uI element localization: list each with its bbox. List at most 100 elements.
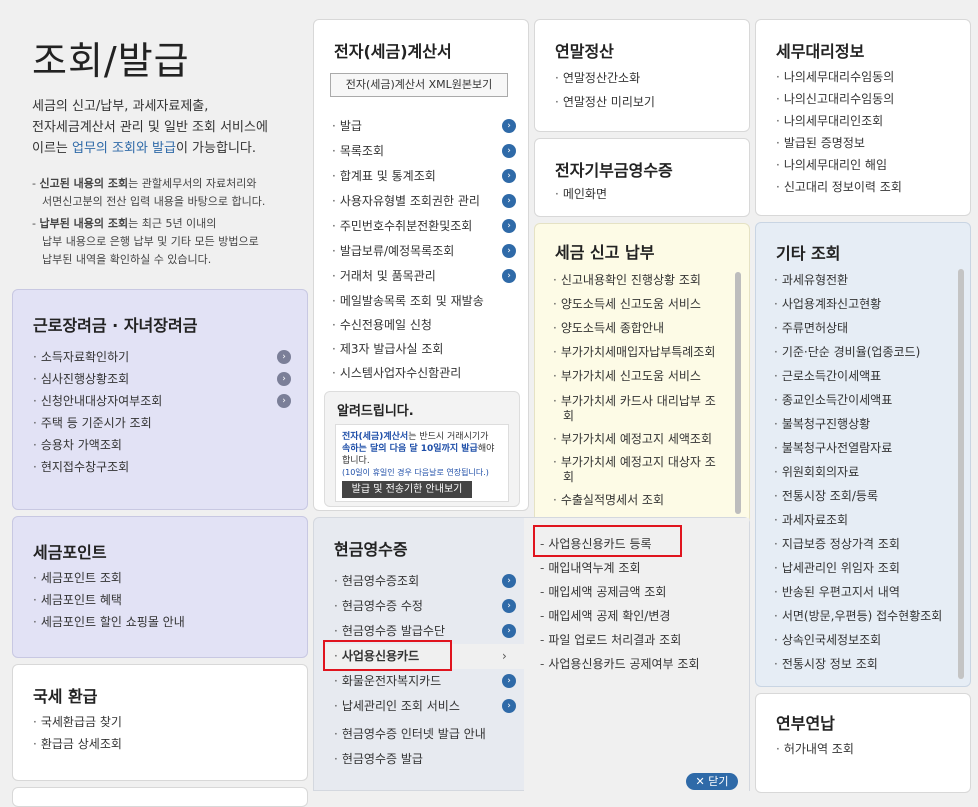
- other-item[interactable]: · 위원회회의자료: [774, 460, 942, 484]
- yearend-item[interactable]: · 연말정산 미리보기: [555, 90, 655, 114]
- submenu-item[interactable]: - 사업용신용카드 공제여부 조회: [540, 652, 700, 676]
- agent-list: · 나의세무대리수임동의 · 나의신고대리수임동의 · 나의세무대리인조회 · 발급된 …: [776, 66, 902, 198]
- other-item[interactable]: · 전통시장 정보 조회: [774, 652, 942, 676]
- filing-item[interactable]: · 수출실적명세서 조회: [553, 488, 716, 512]
- highlight-box-card-register: [533, 525, 682, 557]
- other-item[interactable]: · 기준·단순 경비율(업종코드): [774, 340, 942, 364]
- other-item[interactable]: · 지급보증 정상가격 조회: [774, 532, 942, 556]
- einvoice-item[interactable]: · 발급 ›: [332, 114, 516, 139]
- other-item[interactable]: · 과세자료조회: [774, 508, 942, 532]
- donation-card: 전자기부금영수증 · 메인화면: [534, 138, 750, 217]
- filing-item[interactable]: · 부가가치세매입자납부특례조회: [553, 340, 716, 364]
- filing-item[interactable]: · 부가가치세 카드사 대리납부 조: [553, 388, 716, 409]
- einvoice-item[interactable]: · 메일발송목록 조회 및 재발송: [332, 289, 484, 313]
- other-item[interactable]: · 전통시장 조회/등록: [774, 484, 942, 508]
- einvoice-item[interactable]: · 거래처 및 품목관리 ›: [332, 264, 516, 289]
- filing-item[interactable]: · 신고내용확인 진행상황 조회: [553, 268, 716, 292]
- tax-point-list: · 세금포인트 조회 · 세금포인트 혜택 · 세금포인트 할인 쇼핑몰 안내: [33, 567, 185, 633]
- cash-item[interactable]: · 현금영수증조회 ›: [334, 569, 534, 594]
- filing-scrollbar-thumb[interactable]: [735, 272, 741, 514]
- filing-item[interactable]: · 부가가치세 신고도움 서비스: [553, 364, 716, 388]
- einvoice-item[interactable]: · 시스템사업자수신함관리: [332, 361, 484, 385]
- agent-item[interactable]: · 발급된 증명정보: [776, 132, 902, 154]
- agent-item[interactable]: · 나의신고대리수임동의: [776, 88, 902, 110]
- chevron-right-icon: ›: [502, 194, 516, 208]
- einvoice-item[interactable]: · 수신전용메일 신청: [332, 313, 484, 337]
- submenu-item[interactable]: - 매입세액 공제금액 조회: [540, 580, 700, 604]
- other-item[interactable]: · 불복청구진행상황: [774, 412, 942, 436]
- agent-item[interactable]: · 신고대리 정보이력 조회: [776, 176, 902, 198]
- other-item[interactable]: · 반송된 우편고지서 내역: [774, 580, 942, 604]
- filing-item[interactable]: · 양도소득세 신고도움 서비스: [553, 292, 716, 316]
- chevron-right-icon: ›: [277, 350, 291, 364]
- other-item[interactable]: · 상속인국세정보조회: [774, 628, 942, 652]
- submenu-item[interactable]: - 매입내역누계 조회: [540, 556, 700, 580]
- labor-item[interactable]: · 심사진행상황조회 ›: [33, 368, 291, 390]
- tax-point-item[interactable]: · 세금포인트 할인 쇼핑몰 안내: [33, 611, 185, 633]
- filing-card: 세금 신고 납부 · 신고내용확인 진행상황 조회 · 양도소득세 신고도움 서비스…: [534, 223, 750, 523]
- close-button[interactable]: ✕ 닫기: [686, 773, 738, 790]
- highlight-box-business-card: [323, 640, 452, 671]
- agent-item[interactable]: · 나의세무대리인 해임: [776, 154, 902, 176]
- intro-highlight-link[interactable]: 업무의 조회와 발급: [72, 141, 176, 156]
- labor-incentive-list: · 소득자료확인하기 › · 심사진행상황조회 › · 신청안내대상자여부조회 › · 주택 …: [33, 346, 291, 478]
- donation-item[interactable]: · 메인화면: [555, 183, 607, 205]
- cash-item[interactable]: · 화물운전자복지카드 ›: [334, 669, 534, 694]
- other-item[interactable]: · 불복청구사전열람자료: [774, 436, 942, 460]
- filing-item[interactable]: · 양도소득세 종합안내: [553, 316, 716, 340]
- notice-content: 전자(세금)계산서는 반드시 거래시기가 속하는 달의 다음 달 10일까지 발…: [335, 424, 509, 502]
- labor-item[interactable]: · 주택 등 기준시가 조회: [33, 412, 162, 434]
- filing-item-wrap: 회: [563, 470, 575, 484]
- einvoice-list: · 발급 › · 목록조회 › · 합계표 및 통계조회 › · 사용자유형별 조회권한 관리…: [332, 114, 516, 385]
- intro-note-reported: - 신고된 내용의 조회는 관할세무서의 자료처리와 서면신고분의 전산 입력 …: [32, 177, 266, 208]
- labor-incentive-title: 근로장려금 · 자녀장려금: [33, 316, 198, 335]
- labor-item[interactable]: · 신청안내대상자여부조회 ›: [33, 390, 291, 412]
- xml-view-button[interactable]: 전자(세금)계산서 XML원본보기: [330, 73, 508, 97]
- cash-item[interactable]: · 현금영수증 발급: [334, 747, 534, 772]
- filing-item[interactable]: · 부가가치세 예정고지 세액조회: [553, 427, 716, 451]
- notice-title: 알려드립니다.: [337, 404, 414, 419]
- installment-item[interactable]: · 허가내역 조회: [776, 738, 854, 760]
- submenu-item[interactable]: - 파일 업로드 처리결과 조회: [540, 628, 700, 652]
- submenu-item[interactable]: - 매입세액 공제 확인/변경: [540, 604, 700, 628]
- yearend-item[interactable]: · 연말정산간소화: [555, 66, 655, 90]
- einvoice-item[interactable]: · 주민번호수취분전환및조회 ›: [332, 214, 516, 239]
- cash-receipt-title: 현금영수증: [334, 540, 408, 559]
- refund-item[interactable]: · 국세환급금 찾기: [33, 711, 122, 733]
- einvoice-item[interactable]: · 제3자 발급사실 조회: [332, 337, 484, 361]
- chevron-right-icon: ›: [502, 244, 516, 258]
- einvoice-item[interactable]: · 발급보류/예정목록조회 ›: [332, 239, 516, 264]
- other-item[interactable]: · 종교인소득간이세액표: [774, 388, 942, 412]
- einvoice-item[interactable]: · 합계표 및 통계조회 ›: [332, 164, 516, 189]
- other-scrollbar-thumb[interactable]: [958, 269, 964, 679]
- other-item[interactable]: · 서면(방문,우편등) 접수현황조회: [774, 604, 942, 628]
- chevron-right-icon: ›: [502, 269, 516, 283]
- chevron-right-icon: ›: [502, 649, 507, 663]
- labor-item[interactable]: · 승용차 가액조회: [33, 434, 162, 456]
- other-item[interactable]: · 근로소득간이세액표: [774, 364, 942, 388]
- einvoice-item[interactable]: · 사용자유형별 조회권한 관리 ›: [332, 189, 516, 214]
- other-item[interactable]: · 주류면허상태: [774, 316, 942, 340]
- tax-point-item[interactable]: · 세금포인트 조회: [33, 567, 185, 589]
- chevron-right-icon: ›: [502, 699, 516, 713]
- agent-item[interactable]: · 나의세무대리인조회: [776, 110, 902, 132]
- deadline-guide-button[interactable]: 발급 및 전송기한 안내보기: [342, 481, 472, 498]
- agent-item[interactable]: · 나의세무대리수임동의: [776, 66, 902, 88]
- tax-point-item[interactable]: · 세금포인트 혜택: [33, 589, 185, 611]
- other-item[interactable]: · 납세관리인 위임자 조회: [774, 556, 942, 580]
- chevron-right-icon: ›: [277, 372, 291, 386]
- labor-item[interactable]: · 소득자료확인하기 ›: [33, 346, 291, 368]
- cash-item[interactable]: · 납세관리인 조회 서비스 ›: [334, 694, 534, 722]
- refund-item[interactable]: · 환급금 상세조회: [33, 733, 122, 755]
- cash-item[interactable]: · 현금영수증 인터넷 발급 안내: [334, 722, 534, 747]
- intro-section: 조회/발급 세금의 신고/납부, 과세자료제출, 전자세금계산서 관리 및 일반…: [0, 0, 310, 285]
- cash-item[interactable]: · 현금영수증 수정 ›: [334, 594, 534, 619]
- einvoice-item[interactable]: · 목록조회 ›: [332, 139, 516, 164]
- agent-card: 세무대리정보 · 나의세무대리수임동의 · 나의신고대리수임동의 · 나의세무대리인조…: [755, 19, 971, 216]
- filing-list: · 신고내용확인 진행상황 조회 · 양도소득세 신고도움 서비스 · 양도소득세 종…: [553, 268, 716, 512]
- filing-item[interactable]: · 부가가치세 예정고지 대상자 조: [553, 451, 716, 470]
- tax-point-title: 세금포인트: [33, 543, 107, 562]
- other-item[interactable]: · 과세유형전환: [774, 268, 942, 292]
- other-item[interactable]: · 사업용계좌신고현황: [774, 292, 942, 316]
- labor-item[interactable]: · 현지접수창구조회: [33, 456, 162, 478]
